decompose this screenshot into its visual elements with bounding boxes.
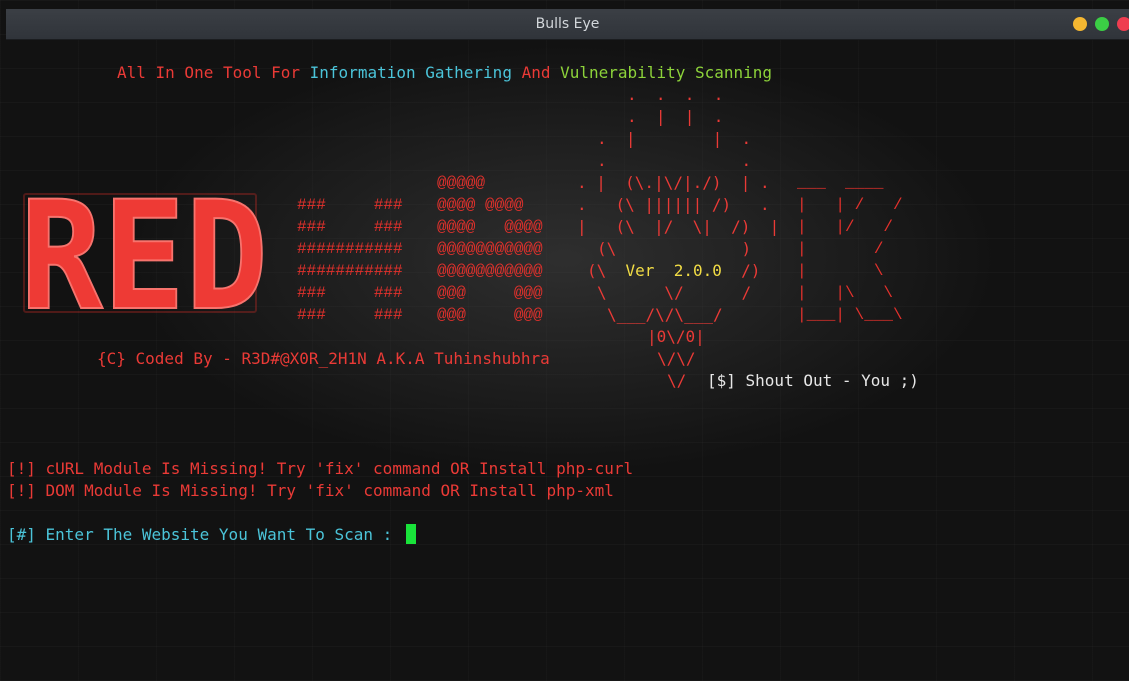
minimize-button[interactable] [1073,17,1087,31]
window-title: Bulls Eye [535,16,600,32]
terminal-window: Bulls Eye All In One Tool For Informatio… [0,0,1129,681]
ascii-right-block: ___ ____ | | / / | |/ / | / | \ | |\ \ |… [797,174,903,324]
terminal-cursor[interactable] [405,524,416,544]
maximize-button[interactable] [1095,17,1109,31]
version-text: Ver 2.0.0 [625,261,722,280]
scan-prompt[interactable]: [#] Enter The Website You Want To Scan : [7,524,416,546]
banner-part-2: Information Gathering [309,63,522,82]
title-bar[interactable]: Bulls Eye [6,9,1129,40]
error-message-curl: [!] cURL Module Is Missing! Try 'fix' co… [7,459,634,478]
logo-text: RED [20,188,268,318]
ascii-hash-block: ### ### ### ### ########### ########### … [297,196,403,324]
red-logo: RED [20,188,269,318]
banner-part-1: All In One Tool For [117,63,310,82]
banner-part-3: And [521,63,561,82]
ascii-at-block: @@@@@ @@@@ @@@@ @@@@ @@@@ @@@@@@@@@@@ @@… [437,174,543,324]
banner-line: All In One Tool For Information Gatherin… [117,62,772,84]
close-button[interactable] [1117,17,1129,31]
shoutout-line: [$] Shout Out - You ;) [707,371,919,390]
error-message-dom: [!] DOM Module Is Missing! Try 'fix' com… [7,481,614,500]
version-line: (\ Ver 2.0.0 /) [587,261,761,280]
credit-line: {C} Coded By - R3D#@X0R_2H1N A.K.A Tuhin… [97,349,550,368]
banner-part-4: Vulnerability Scanning [560,63,773,82]
prompt-text: [#] Enter The Website You Want To Scan : [7,525,402,544]
